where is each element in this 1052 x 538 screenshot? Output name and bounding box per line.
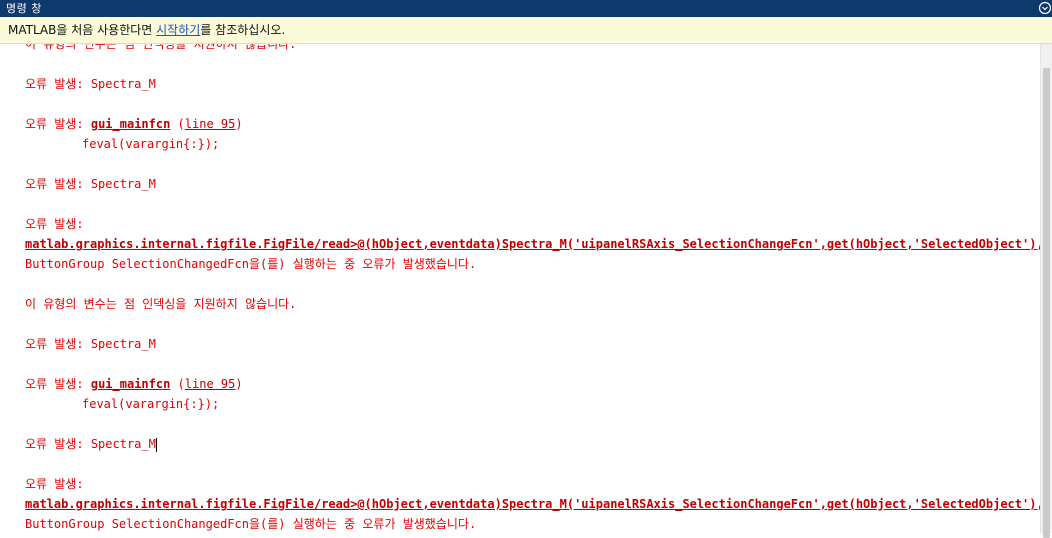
console-text: 오류 발생: [25,477,84,491]
console-line: matlab.graphics.internal.figfile.FigFile… [25,234,1040,254]
function-link[interactable]: gui_mainfcn [91,117,170,131]
console-code-text: feval(varargin{:}); [82,137,220,151]
console-text: 이 유형의 변수는 점 인덱싱을 지원하지 않습니다. [25,44,297,51]
console-code-text: feval(varargin{:}); [82,397,220,411]
scrollbar-thumb[interactable] [1043,68,1050,538]
console-line: 오류 발생: Spectra_M [25,74,1040,94]
console-lines: 이 유형의 변수는 점 인덱싱을 지원하지 않습니다. 오류 발생: Spectr… [25,44,1040,533]
console-text: ButtonGroup SelectionChangedFcn을(를) 실행하는… [25,517,477,531]
console-text: ( [170,117,185,131]
console-text: 오류 발생: [25,117,91,131]
console-text: 오류 발생: Spectra_M [25,337,156,351]
console-text: 오류 발생: [25,217,84,231]
callback-link[interactable]: matlab.graphics.internal.figfile.FigFile… [25,237,1040,251]
console-line: 오류 발생: [25,474,1040,494]
console-text: 이 유형의 변수는 점 인덱싱을 지원하지 않습니다. [25,297,297,311]
callback-link[interactable]: matlab.graphics.internal.figfile.FigFile… [25,497,1040,511]
console-text: ButtonGroup SelectionChangedFcn을(를) 실행하는… [25,257,477,271]
getting-started-link[interactable]: 시작하기 [156,23,200,37]
console-line: feval(varargin{:}); [25,134,1040,154]
console-line: ButtonGroup SelectionChangedFcn을(를) 실행하는… [25,514,1040,533]
console-text: 오류 발생: Spectra_M [25,177,156,191]
console-line: 오류 발생: gui_mainfcn (line 95) [25,374,1040,394]
function-link[interactable]: gui_mainfcn [91,377,170,391]
console-line: 이 유형의 변수는 점 인덱싱을 지원하지 않습니다. [25,294,1040,314]
window-title: 명령 창 [6,2,42,15]
console-line: ButtonGroup SelectionChangedFcn을(를) 실행하는… [25,254,1040,274]
text-caret [155,437,157,452]
notice-suffix: 를 참조하십시오. [200,23,286,37]
command-window-titlebar: 명령 창 [0,0,1052,17]
console-line: feval(varargin{:}); [25,394,1040,414]
vertical-scrollbar[interactable] [1040,44,1052,538]
command-window-output[interactable]: 이 유형의 변수는 점 인덱싱을 지원하지 않습니다. 오류 발생: Spectr… [0,44,1040,533]
console-line: 오류 발생: Spectra_M [25,334,1040,354]
console-text: ) [235,377,243,391]
console-line: 이 유형의 변수는 점 인덱싱을 지원하지 않습니다. [25,44,1040,54]
console-text: ) [235,117,243,131]
console-line: 오류 발생: Spectra_M [25,434,1040,454]
console-line: 오류 발생: Spectra_M [25,174,1040,194]
console-line: 오류 발생: gui_mainfcn (line 95) [25,114,1040,134]
chevron-circle-icon[interactable] [1038,1,1052,15]
console-text: ( [170,377,185,391]
line-number-link[interactable]: line 95 [185,377,236,391]
console-line: 오류 발생: [25,214,1040,234]
notice-prefix: MATLAB을 처음 사용한다면 [8,23,157,37]
console-text: 오류 발생: Spectra_M [25,77,156,91]
console-line: matlab.graphics.internal.figfile.FigFile… [25,494,1040,514]
console-text: 오류 발생: [25,377,91,391]
getting-started-notice: MATLAB을 처음 사용한다면 시작하기를 참조하십시오. [0,17,1052,44]
console-text: 오류 발생: Spectra_M [25,437,156,451]
line-number-link[interactable]: line 95 [185,117,236,131]
